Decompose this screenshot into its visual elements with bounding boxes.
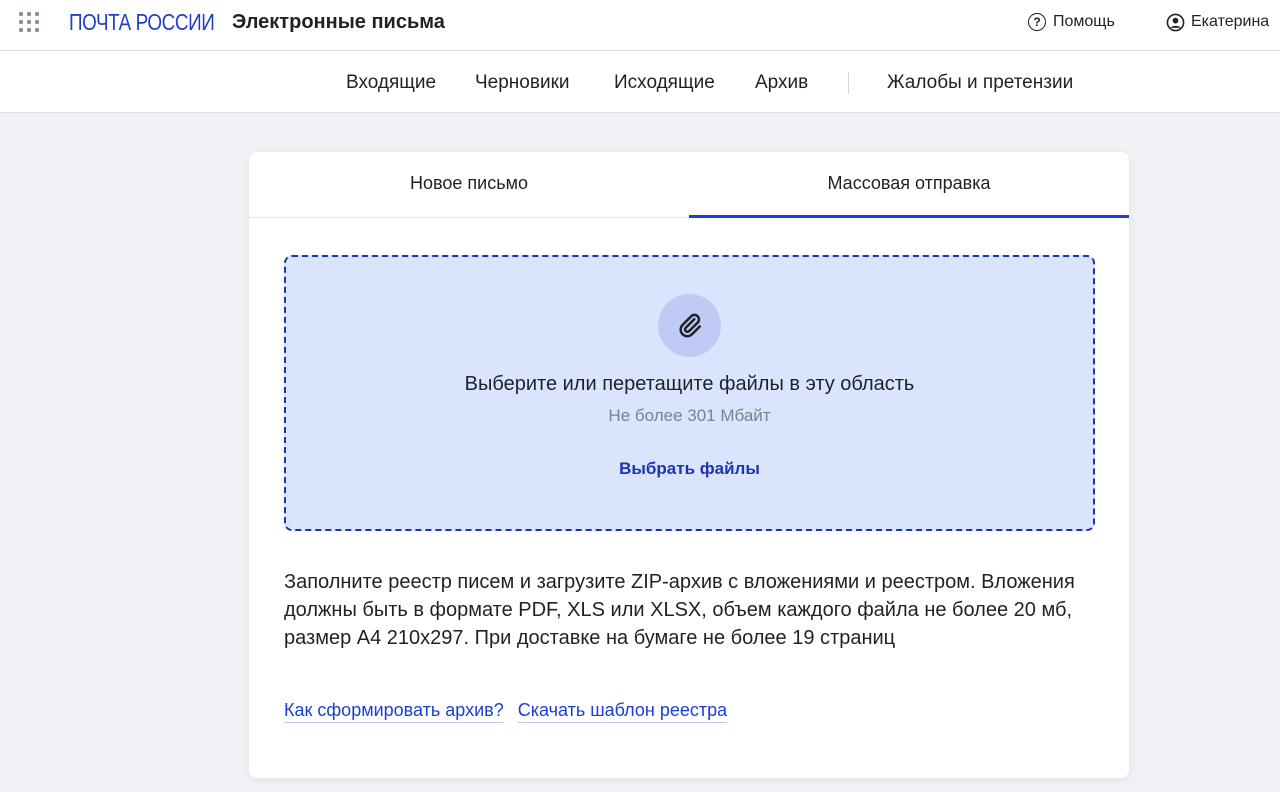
nav-item-inbox[interactable]: Входящие [346, 71, 436, 95]
help-circle-icon: ? [1028, 13, 1046, 31]
nav-item-outgoing[interactable]: Исходящие [614, 71, 715, 95]
nav-divider [848, 72, 849, 94]
upload-instructions: Заполните реестр писем и загрузите ZIP-а… [284, 571, 1075, 649]
top-header: ПОЧТА РОССИИ Электронные письма ? Помощь… [0, 0, 1280, 51]
tab-mass-mailing[interactable]: Массовая отправка [689, 152, 1129, 218]
paperclip-icon [679, 313, 701, 337]
user-circle-icon [1166, 13, 1185, 31]
mail-folders-nav: Входящие Черновики Исходящие Архив Жалоб… [0, 51, 1280, 113]
nav-item-drafts[interactable]: Черновики [475, 71, 570, 95]
user-name: Екатерина [1191, 13, 1270, 30]
download-template-link[interactable]: Скачать шаблон реестра [517, 698, 728, 723]
paperclip-icon-circle [658, 294, 721, 357]
brand-logo[interactable]: ПОЧТА РОССИИ [69, 8, 215, 36]
nav-item-archive[interactable]: Архив [755, 71, 808, 95]
help-links: Как сформировать архив? Скачать шаблон ре… [284, 698, 741, 724]
apps-grid-icon[interactable] [19, 12, 39, 32]
compose-card: Новое письмо Массовая отправка Выберите … [249, 152, 1129, 778]
dropzone-size-limit: Не более 301 Мбайт [608, 406, 771, 425]
help-label: Помощь [1053, 13, 1115, 30]
file-dropzone[interactable]: Выберите или перетащите файлы в эту обла… [284, 255, 1095, 531]
choose-files-button[interactable]: Выбрать файлы [589, 455, 790, 483]
help-button[interactable]: ? Помощь [1028, 11, 1115, 33]
nav-item-complaints[interactable]: Жалобы и претензии [887, 71, 1073, 95]
tab-new-letter[interactable]: Новое письмо [249, 152, 689, 218]
app-title: Электронные письма [232, 11, 445, 33]
dropzone-title: Выберите или перетащите файлы в эту обла… [464, 373, 915, 395]
compose-tabs: Новое письмо Массовая отправка [249, 152, 1129, 218]
how-to-archive-link[interactable]: Как сформировать архив? [284, 698, 504, 723]
user-menu[interactable]: Екатерина [1166, 11, 1269, 33]
